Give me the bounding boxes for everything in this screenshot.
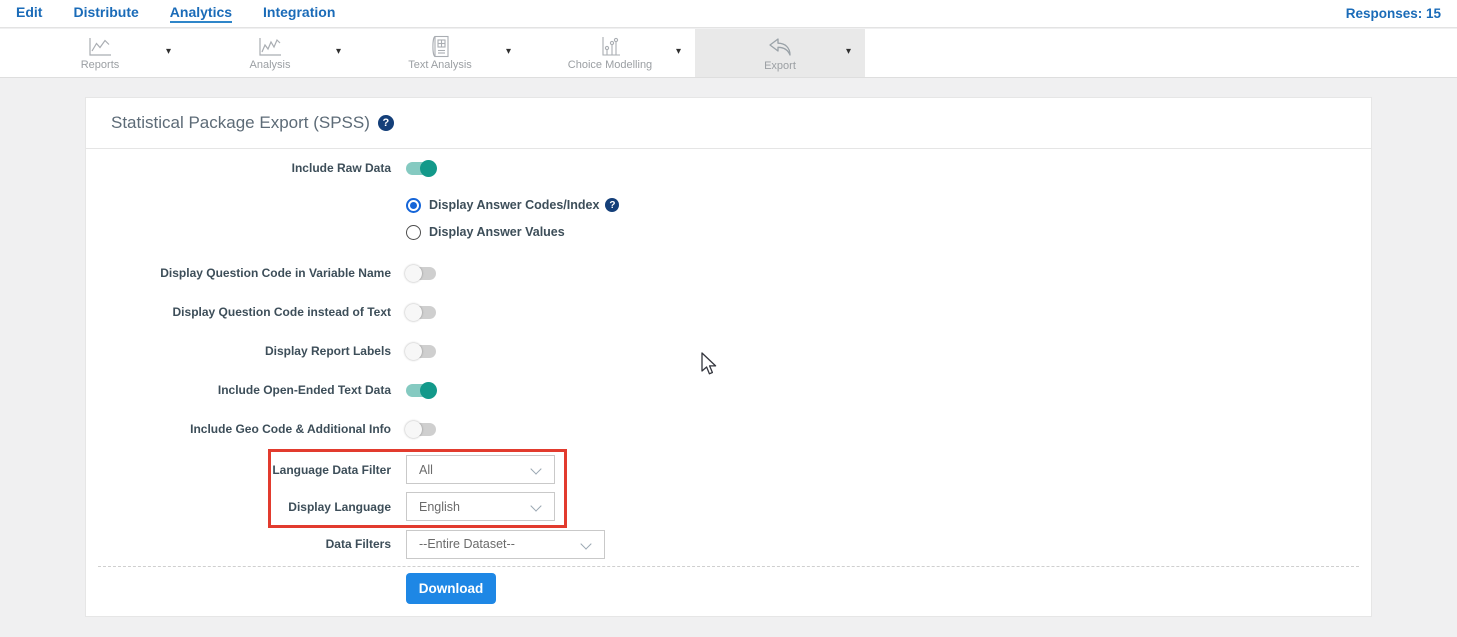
- nav-links: Edit Distribute Analytics Integration: [16, 4, 335, 23]
- scatter-chart-icon: [598, 35, 622, 58]
- question-code-variable-name-toggle[interactable]: [406, 267, 436, 280]
- download-button[interactable]: Download: [406, 573, 496, 604]
- dropdown-label: Data Filters: [86, 537, 391, 551]
- row-radio-codes-index: Display Answer Codes/Index ?: [86, 197, 1371, 213]
- responses-count[interactable]: Responses: 15: [1346, 6, 1441, 21]
- toggle-label: Include Raw Data: [86, 161, 391, 175]
- row-display-report-labels: Display Report Labels: [86, 343, 1371, 359]
- row-open-ended-text-data: Include Open-Ended Text Data: [86, 382, 1371, 398]
- display-language-select[interactable]: English: [406, 492, 555, 521]
- toggle-knob: [405, 304, 422, 321]
- export-arrow-icon: [766, 35, 793, 59]
- toggle-label: Include Geo Code & Additional Info: [86, 422, 391, 436]
- chevron-down-icon[interactable]: ▾: [506, 46, 511, 57]
- chevron-down-icon: [530, 500, 541, 511]
- selected-value: --Entire Dataset--: [419, 537, 515, 551]
- top-navigation: Edit Distribute Analytics Integration Re…: [0, 0, 1457, 28]
- line-chart-icon: [87, 36, 113, 58]
- toggle-knob: [405, 421, 422, 438]
- row-include-raw-data: Include Raw Data: [86, 160, 1371, 176]
- toggle-knob: [405, 343, 422, 360]
- toolbar-item-choice-modelling[interactable]: Choice Modelling ▾: [525, 29, 695, 77]
- nav-item-analytics[interactable]: Analytics: [170, 4, 232, 23]
- toolbar-item-label: Analysis: [250, 59, 291, 71]
- open-ended-text-data-toggle[interactable]: [406, 384, 436, 397]
- chevron-down-icon[interactable]: ▾: [166, 46, 171, 57]
- include-raw-data-toggle[interactable]: [406, 162, 436, 175]
- toolbar-item-label: Text Analysis: [408, 59, 472, 71]
- toolbar-item-text-analysis[interactable]: Text Analysis ▾: [355, 29, 525, 77]
- display-answer-codes-radio[interactable]: [406, 198, 421, 213]
- trend-chart-icon: [257, 36, 283, 58]
- toggle-knob: [420, 160, 437, 177]
- language-data-filter-select[interactable]: All: [406, 455, 555, 484]
- toolbar-item-label: Export: [764, 60, 796, 72]
- toggle-label: Display Report Labels: [86, 344, 391, 358]
- selected-value: All: [419, 463, 433, 477]
- data-filters-select[interactable]: --Entire Dataset--: [406, 530, 605, 559]
- spss-export-panel: Statistical Package Export (SPSS) ? Incl…: [85, 97, 1372, 617]
- toolbar-item-reports[interactable]: Reports ▾: [15, 29, 185, 77]
- toggle-knob: [405, 265, 422, 282]
- help-icon[interactable]: ?: [378, 115, 394, 131]
- help-icon[interactable]: ?: [605, 198, 619, 212]
- dropdown-label: Language Data Filter: [86, 463, 391, 477]
- row-language-data-filter: Language Data Filter All: [86, 455, 1371, 484]
- nav-item-distribute[interactable]: Distribute: [73, 4, 138, 23]
- nav-item-edit[interactable]: Edit: [16, 4, 42, 23]
- question-code-instead-text-toggle[interactable]: [406, 306, 436, 319]
- chevron-down-icon[interactable]: ▾: [846, 46, 851, 57]
- toggle-knob: [420, 382, 437, 399]
- chevron-down-icon: [530, 463, 541, 474]
- toolbar-item-analysis[interactable]: Analysis ▾: [185, 29, 355, 77]
- chevron-down-icon: [580, 538, 591, 549]
- chevron-down-icon[interactable]: ▾: [336, 46, 341, 57]
- nav-item-integration[interactable]: Integration: [263, 4, 335, 23]
- toggle-label: Include Open-Ended Text Data: [86, 383, 391, 397]
- dashed-divider: [98, 566, 1359, 567]
- radio-label[interactable]: Display Answer Codes/Index: [429, 198, 599, 212]
- display-report-labels-toggle[interactable]: [406, 345, 436, 358]
- geo-code-additional-info-toggle[interactable]: [406, 423, 436, 436]
- toolbar-item-export[interactable]: Export ▾: [695, 29, 865, 77]
- dropdown-label: Display Language: [86, 500, 391, 514]
- row-question-code-instead-text: Display Question Code instead of Text: [86, 304, 1371, 320]
- analytics-toolbar: Reports ▾ Analysis ▾: [0, 29, 1457, 78]
- radio-label[interactable]: Display Answer Values: [429, 225, 565, 239]
- chevron-down-icon[interactable]: ▾: [676, 46, 681, 57]
- row-radio-answer-values: Display Answer Values: [86, 224, 1371, 240]
- display-answer-values-radio[interactable]: [406, 225, 421, 240]
- report-book-icon: [429, 35, 451, 58]
- panel-header: Statistical Package Export (SPSS) ?: [86, 98, 1371, 149]
- selected-value: English: [419, 500, 460, 514]
- toolbar-item-label: Choice Modelling: [568, 59, 652, 71]
- row-data-filters: Data Filters --Entire Dataset--: [86, 529, 1371, 559]
- page-title: Statistical Package Export (SPSS): [111, 113, 370, 133]
- toolbar-item-label: Reports: [81, 59, 120, 71]
- row-question-code-variable-name: Display Question Code in Variable Name: [86, 265, 1371, 281]
- row-display-language: Display Language English: [86, 492, 1371, 521]
- toggle-label: Display Question Code in Variable Name: [86, 266, 391, 280]
- toggle-label: Display Question Code instead of Text: [86, 305, 391, 319]
- row-geo-code-additional-info: Include Geo Code & Additional Info: [86, 421, 1371, 437]
